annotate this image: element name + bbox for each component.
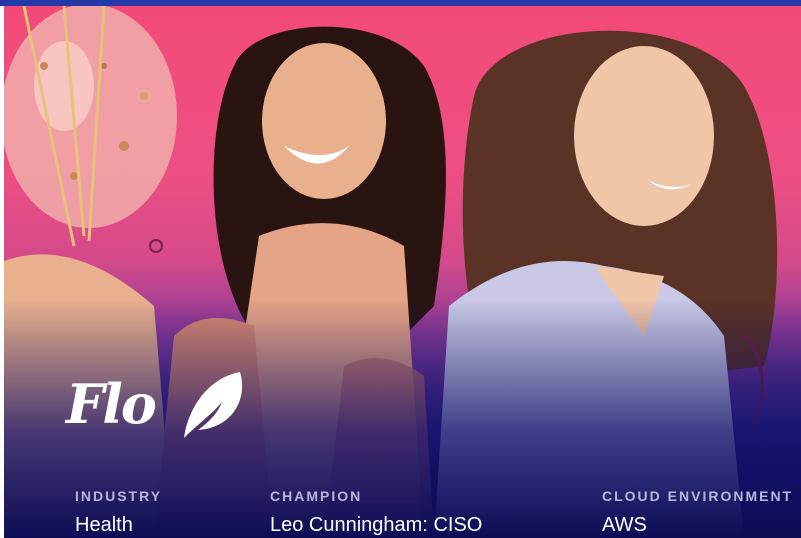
hero-photo (4, 6, 801, 538)
flo-logo: Flo (66, 372, 243, 438)
feather-icon (184, 372, 243, 438)
case-study-card: Flo INDUSTRY Health CHAMPION Leo Cunning… (0, 0, 801, 538)
champion-label: CHAMPION (270, 488, 363, 504)
logo-text: Flo (66, 372, 157, 436)
industry-label: INDUSTRY (75, 488, 163, 504)
cloud-environment-label: CLOUD ENVIRONMENT (602, 488, 794, 504)
hero-banner (4, 6, 801, 538)
champion-value: Leo Cunningham: CISO (270, 514, 483, 536)
industry-value: Health (75, 514, 133, 536)
cloud-environment-value: AWS (602, 514, 647, 536)
